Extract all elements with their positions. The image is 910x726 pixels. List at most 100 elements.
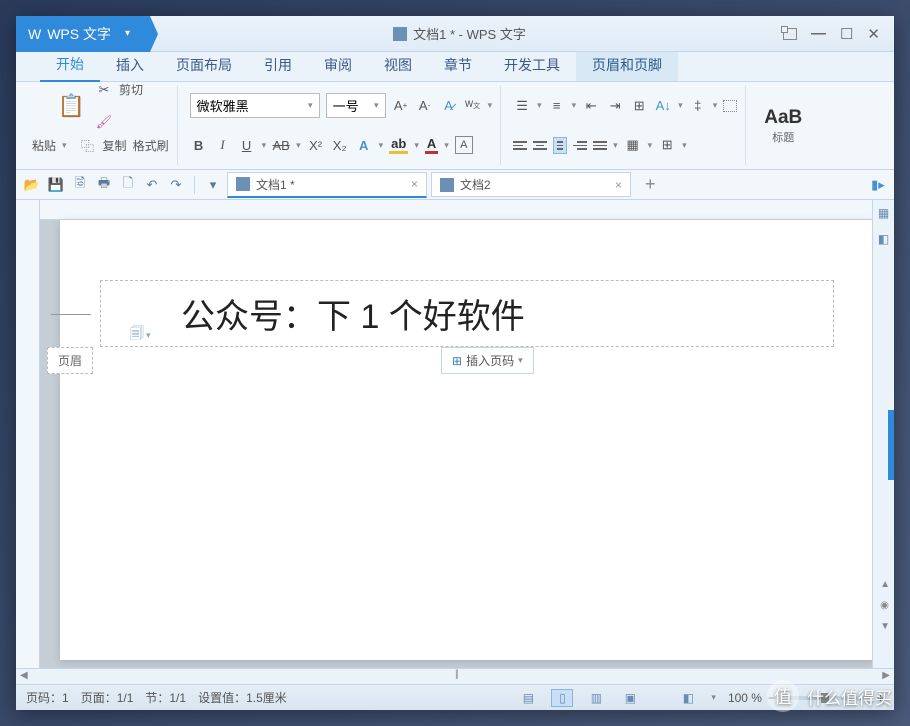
save-icon[interactable]: 💾: [46, 175, 66, 195]
scroll-left-icon[interactable]: ◀: [20, 670, 28, 681]
align-distribute-button[interactable]: [593, 141, 607, 150]
bold-button[interactable]: B: [190, 136, 208, 154]
tab-review[interactable]: 审阅: [308, 49, 368, 81]
zoom-fit-button[interactable]: ◧: [677, 689, 699, 707]
close-button[interactable]: ✕: [867, 25, 880, 43]
font-group: 微软雅黑▾ 一号▾ A+ A- A̷ ᵂ文▾ B I U▾ AB▾ X² X₂ …: [182, 86, 502, 165]
options-icon[interactable]: ▮▸: [868, 175, 888, 195]
paste-label[interactable]: 粘贴: [32, 137, 56, 154]
font-color-button[interactable]: A: [425, 136, 438, 154]
clear-format-button[interactable]: A̷: [440, 97, 458, 115]
align-left-button[interactable]: [513, 141, 527, 150]
brush-icon: 🖌: [95, 113, 113, 131]
sidepanel-icon-1[interactable]: ▦: [873, 200, 894, 226]
font-name-select[interactable]: 微软雅黑▾: [190, 93, 320, 118]
shading-button[interactable]: ▦: [624, 136, 642, 154]
tab-settings-button[interactable]: ⊞: [630, 97, 648, 115]
grow-font-button[interactable]: A+: [392, 97, 410, 115]
new-tab-button[interactable]: +: [635, 174, 666, 195]
vertical-ruler[interactable]: [16, 200, 40, 668]
shrink-font-button[interactable]: A-: [416, 97, 434, 115]
menu-tabs: 开始 插入 页面布局 引用 审阅 视图 章节 开发工具 页眉和页脚: [16, 52, 894, 82]
indent-right-button[interactable]: ⇥: [606, 97, 624, 115]
maximize-button[interactable]: ☐: [840, 25, 853, 43]
export-icon[interactable]: 🗟: [70, 175, 90, 195]
horizontal-ruler[interactable]: [40, 200, 894, 220]
align-justify-button[interactable]: [553, 137, 567, 154]
style-preview[interactable]: AaB 标题: [758, 107, 808, 145]
subscript-button[interactable]: X₂: [331, 136, 349, 154]
sort-button[interactable]: A↓: [654, 97, 672, 115]
insert-pagenum-button[interactable]: ⊞ 插入页码 ▾: [441, 347, 534, 374]
page[interactable]: 🗐 ▾ 公众号：下 1 个好软件 页眉 ⊞ 插入页码 ▾: [60, 220, 874, 660]
header-text[interactable]: 公众号：下 1 个好软件: [101, 289, 833, 338]
redo-icon[interactable]: ↷: [166, 175, 186, 195]
doc-tab-1[interactable]: 文档1 * ×: [227, 172, 427, 198]
header-edit-zone[interactable]: 公众号：下 1 个好软件 页眉 ⊞ 插入页码 ▾: [100, 280, 834, 347]
tab-insert[interactable]: 插入: [100, 49, 160, 81]
underline-button[interactable]: U: [238, 136, 256, 154]
line-spacing-button[interactable]: ‡: [689, 97, 707, 115]
status-pagecode[interactable]: 页码：1: [26, 689, 69, 706]
close-tab-icon[interactable]: ×: [615, 178, 622, 192]
restore-ribbon-icon[interactable]: [783, 28, 797, 40]
font-size-select[interactable]: 一号▾: [326, 93, 386, 118]
bullets-button[interactable]: ☰: [513, 97, 531, 115]
strikethrough-button[interactable]: AB: [272, 136, 290, 154]
scroll-up-icon[interactable]: ▲: [880, 579, 890, 590]
format-painter-label[interactable]: 格式刷: [133, 137, 169, 154]
status-bar: 页码：1 页面：1/1 节：1/1 设置值：1.5厘米 ▤ ▯ ▥ ▣ ◧▾ 1…: [16, 684, 894, 710]
paste-icon[interactable]: 📋: [58, 93, 85, 119]
copy-button[interactable]: ⿻复制: [79, 131, 127, 159]
sidepanel-icon-2[interactable]: ◧: [873, 226, 894, 252]
tab-view[interactable]: 视图: [368, 49, 428, 81]
align-right-button[interactable]: [573, 141, 587, 150]
indent-left-button[interactable]: ⇤: [582, 97, 600, 115]
view-web-button[interactable]: ▥: [585, 689, 607, 707]
show-marks-button[interactable]: [723, 100, 737, 112]
document-scroll[interactable]: 🗐 ▾ 公众号：下 1 个好软件 页眉 ⊞ 插入页码 ▾: [40, 200, 894, 668]
scroll-down-icon[interactable]: ▼: [880, 621, 890, 632]
customize-qat-icon[interactable]: ▾: [203, 175, 223, 195]
tab-start[interactable]: 开始: [40, 48, 100, 82]
document-area: 🗐 ▾ 公众号：下 1 个好软件 页眉 ⊞ 插入页码 ▾ ▦ ◧ ▲ ◉ ▼: [16, 200, 894, 668]
status-setting[interactable]: 设置值：1.5厘米: [198, 689, 287, 706]
horizontal-scrollbar[interactable]: ◀ ▶: [16, 668, 894, 684]
text-effects-button[interactable]: A: [355, 136, 373, 154]
chevron-down-icon: ▾: [518, 355, 523, 366]
app-window: W WPS 文字 ▾ 文档1 * - WPS 文字 — ☐ ✕ 开始 插入 页面…: [16, 16, 894, 710]
borders-button[interactable]: ⊞: [658, 136, 676, 154]
view-outline-button[interactable]: ▤: [517, 689, 539, 707]
side-indicator[interactable]: [888, 410, 894, 480]
doc-tab-2[interactable]: 文档2 ×: [431, 172, 631, 197]
preview-icon[interactable]: 🗋: [118, 175, 138, 195]
tab-references[interactable]: 引用: [248, 49, 308, 81]
status-page[interactable]: 页面：1/1: [81, 689, 134, 706]
view-read-button[interactable]: ▣: [619, 689, 641, 707]
status-section[interactable]: 节：1/1: [145, 689, 186, 706]
minimize-button[interactable]: —: [811, 25, 826, 42]
cut-button[interactable]: ✂剪切: [95, 82, 143, 104]
tab-header-footer[interactable]: 页眉和页脚: [576, 49, 678, 81]
view-page-button[interactable]: ▯: [551, 689, 573, 707]
close-tab-icon[interactable]: ×: [411, 177, 418, 191]
open-icon[interactable]: 📂: [22, 175, 42, 195]
numbering-button[interactable]: ≡: [548, 97, 566, 115]
char-border-button[interactable]: A: [455, 136, 473, 154]
phonetic-button[interactable]: ᵂ文: [464, 97, 482, 115]
tab-developer[interactable]: 开发工具: [488, 49, 576, 81]
align-center-button[interactable]: [533, 141, 547, 150]
scissors-icon: ✂: [95, 82, 113, 99]
tab-chapter[interactable]: 章节: [428, 49, 488, 81]
superscript-button[interactable]: X²: [307, 136, 325, 154]
tab-page-layout[interactable]: 页面布局: [160, 49, 248, 81]
clipboard-group: 📋 ✂剪切 🖌 粘贴▾ ⿻复制 格式刷: [24, 86, 178, 165]
italic-button[interactable]: I: [214, 136, 232, 154]
watermark: 值 什么值得买: [767, 680, 892, 712]
print-icon[interactable]: 🖶: [94, 175, 114, 195]
undo-icon[interactable]: ↶: [142, 175, 162, 195]
scroll-target-icon[interactable]: ◉: [880, 600, 890, 611]
app-menu-button[interactable]: W WPS 文字 ▾: [16, 16, 150, 52]
zoom-value[interactable]: 100 %: [728, 691, 762, 705]
highlight-button[interactable]: ab: [389, 136, 408, 154]
